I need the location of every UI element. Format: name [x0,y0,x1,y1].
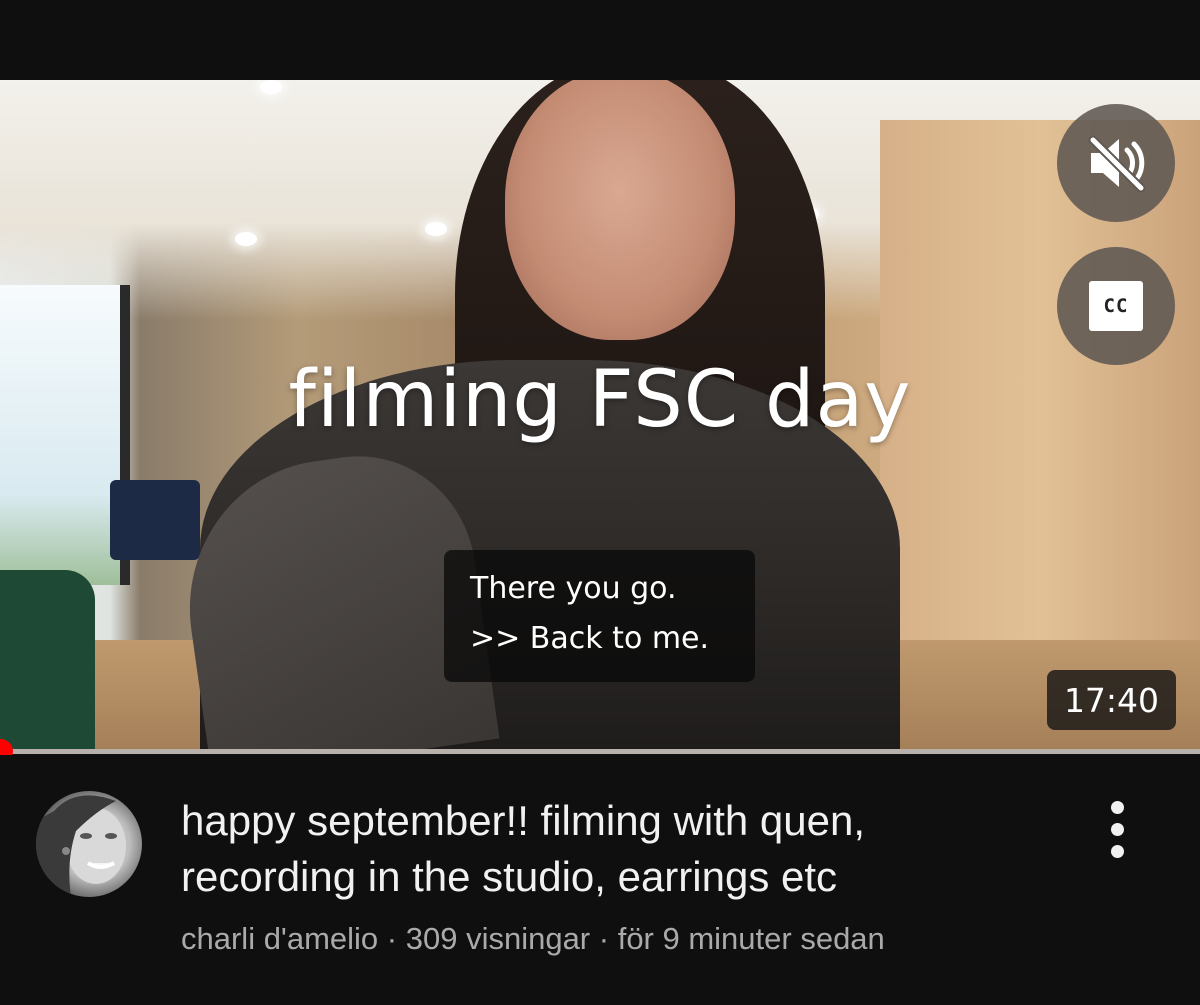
mute-button[interactable] [1057,104,1175,222]
closed-caption-box: There you go. >> Back to me. [444,550,755,682]
channel-name[interactable]: charli d'amelio [181,921,378,956]
person-face [505,80,735,340]
upload-age: för 9 minuter sedan [617,921,885,956]
video-subtitle: charli d'amelio · 309 visningar · för 9 … [181,919,1131,959]
separator: · [378,921,406,956]
ceiling-light [260,80,282,94]
scene-stool [110,480,200,560]
video-title-line: happy september!! filming with quen, [181,797,866,844]
caption-line: There you go. [470,571,677,606]
closed-captions-icon: CC [1089,281,1143,331]
video-player[interactable]: filming FSC day There you go. >> Back to… [0,80,1200,750]
avatar-portrait [36,795,126,897]
scene-chair [0,570,95,750]
top-bar [0,0,1200,80]
ceiling-light [235,232,257,246]
video-title-line: recording in the studio, earrings etc [181,853,838,900]
caption-line: >> Back to me. [470,621,710,656]
video-overlay-title: filming FSC day [288,355,912,445]
progress-bar[interactable] [0,749,1200,754]
view-count: 309 visningar [405,921,591,956]
video-metadata: happy september!! filming with quen, rec… [0,755,1200,1005]
volume-muted-icon [1088,135,1146,193]
more-options-button[interactable] [1095,795,1141,865]
duration-badge: 17:40 [1047,670,1176,730]
channel-avatar[interactable] [36,791,142,897]
separator: · [590,921,618,956]
captions-button[interactable]: CC [1057,247,1175,365]
video-title[interactable]: happy september!! filming with quen, rec… [181,793,1051,905]
ceiling-light [425,222,447,236]
